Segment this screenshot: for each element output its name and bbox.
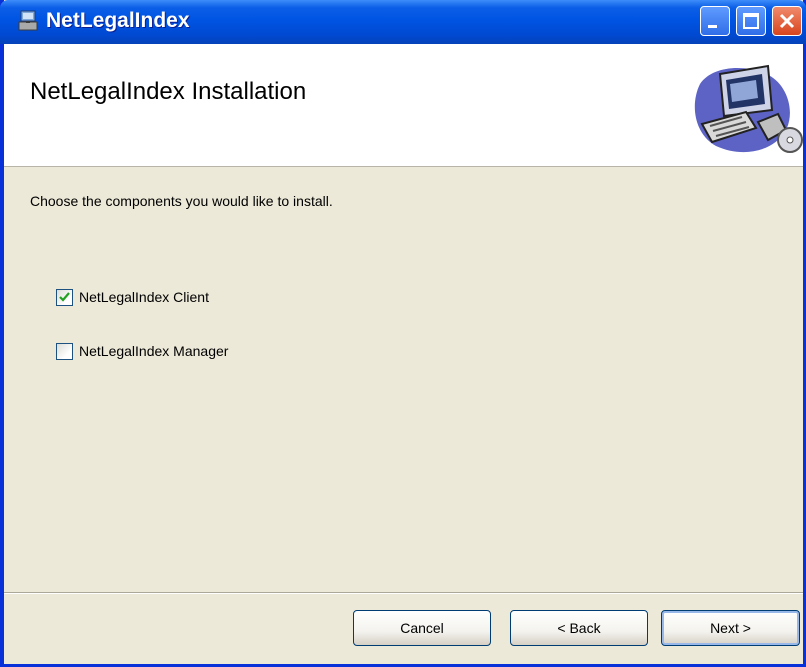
close-icon bbox=[779, 13, 795, 29]
client-checkbox[interactable] bbox=[56, 288, 73, 306]
computer-setup-icon bbox=[694, 64, 803, 153]
title-bar[interactable]: NetLegalIndex bbox=[0, 0, 806, 44]
manager-checkbox[interactable] bbox=[56, 342, 73, 360]
back-button[interactable]: < Back bbox=[510, 610, 648, 646]
component-client-option[interactable]: NetLegalIndex Client bbox=[56, 286, 209, 308]
cancel-button[interactable]: Cancel bbox=[353, 610, 491, 646]
installer-app-icon bbox=[18, 10, 38, 31]
minimize-icon bbox=[708, 25, 717, 28]
close-button[interactable] bbox=[772, 6, 802, 36]
window-title: NetLegalIndex bbox=[46, 9, 190, 32]
instruction-text: Choose the components you would like to … bbox=[30, 193, 333, 209]
maximize-icon bbox=[743, 13, 759, 29]
footer-divider bbox=[4, 592, 803, 594]
manager-checkbox-label: NetLegalIndex Manager bbox=[79, 343, 229, 359]
checkmark-icon bbox=[59, 291, 70, 302]
header-banner: NetLegalIndex Installation bbox=[4, 44, 803, 167]
installer-window: NetLegalIndex NetLegalIndex Installation bbox=[0, 0, 806, 667]
next-button[interactable]: Next > bbox=[661, 610, 800, 646]
minimize-button[interactable] bbox=[700, 6, 730, 36]
component-manager-option[interactable]: NetLegalIndex Manager bbox=[56, 340, 228, 362]
maximize-button[interactable] bbox=[736, 6, 766, 36]
banner-title: NetLegalIndex Installation bbox=[30, 78, 307, 105]
client-checkbox-label: NetLegalIndex Client bbox=[79, 289, 209, 305]
